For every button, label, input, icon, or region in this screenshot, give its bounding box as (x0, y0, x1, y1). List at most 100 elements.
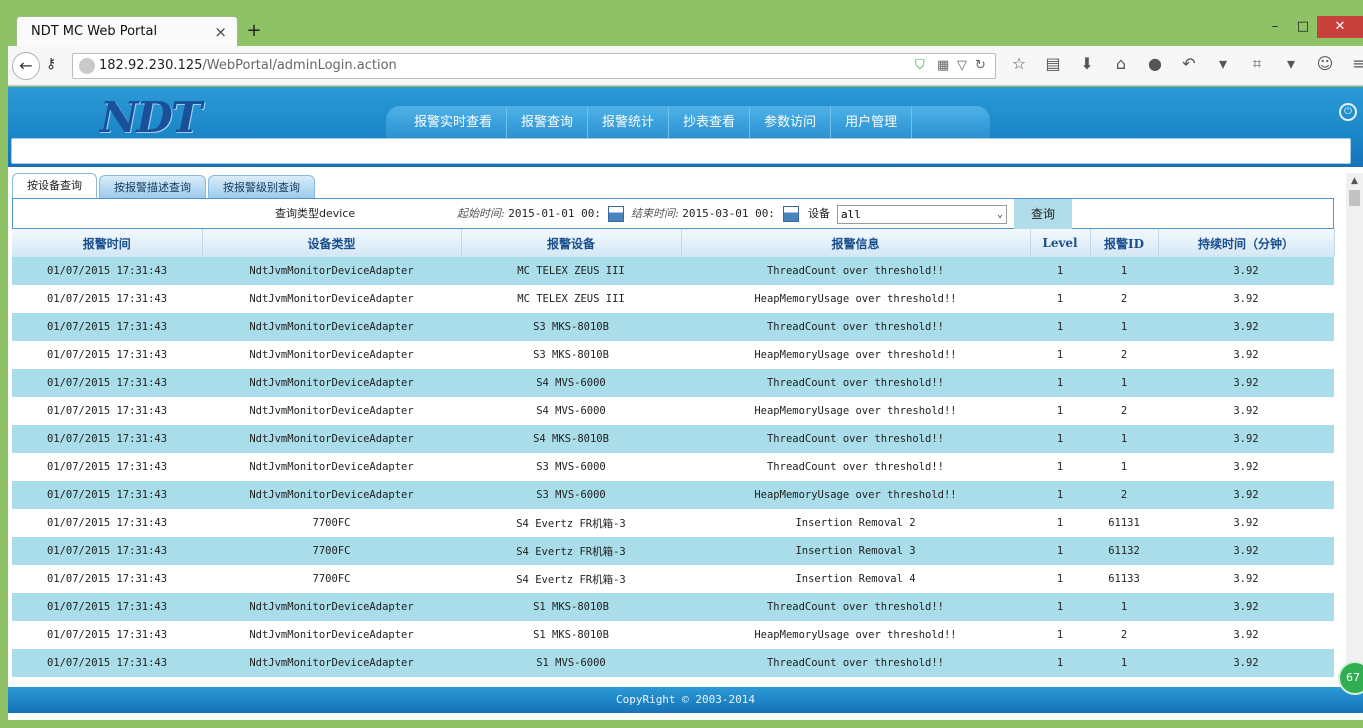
table-row[interactable]: 01/07/2015 17:31:43 7700FC S4 Evertz FR机箱-… (12, 537, 1334, 565)
url-host: 182.92.230.125 (99, 58, 203, 73)
url-text[interactable]: 182.92.230.125/WebPortal/adminLogin.acti… (99, 54, 397, 78)
cell-alarm-time: 01/07/2015 17:31:43 (12, 453, 202, 481)
new-tab-button[interactable]: + (244, 20, 264, 41)
cell-alarm-info: ThreadCount over threshold!! (681, 257, 1030, 285)
key-icon[interactable]: ⚷ (46, 56, 56, 72)
qr-code-icon[interactable]: ▦ (937, 58, 949, 73)
column-header-duration[interactable]: 持续时间（分钟） (1158, 229, 1335, 257)
cell-device-type: NdtJvmMonitorDeviceAdapter (202, 341, 461, 369)
page-footer: CopyRight © 2003-2014 (8, 687, 1363, 713)
table-row[interactable]: 01/07/2015 17:31:43 NdtJvmMonitorDeviceAd… (12, 285, 1334, 313)
vertical-scrollbar[interactable]: ▲ (1346, 173, 1363, 687)
nav-item-user-management[interactable]: 用户管理 (831, 106, 913, 138)
cell-duration: 3.92 (1158, 481, 1334, 509)
start-calendar-icon[interactable] (608, 206, 624, 222)
minimize-button[interactable]: – (1261, 16, 1289, 38)
cell-alarm-device: S4 MKS-8010B (461, 425, 681, 453)
cell-alarm-info: ThreadCount over threshold!! (681, 593, 1030, 621)
maximize-button[interactable]: □ (1289, 16, 1317, 38)
device-select[interactable]: all ⌄ (837, 205, 1007, 224)
column-header-alarm-device[interactable]: 报警设备 (461, 229, 682, 257)
cell-level: 1 (1030, 369, 1090, 397)
column-header-alarm-time[interactable]: 报警时间 (12, 229, 203, 257)
cell-alarm-info: ThreadCount over threshold!! (681, 649, 1030, 677)
table-row[interactable]: 01/07/2015 17:31:43 7700FC S4 Evertz FR机箱-… (12, 509, 1334, 537)
table-row[interactable]: 01/07/2015 17:31:43 NdtJvmMonitorDeviceAd… (12, 593, 1334, 621)
power-icon[interactable]: ⏻ (1339, 103, 1357, 121)
nav-item-realtime-alarms[interactable]: 报警实时查看 (400, 106, 508, 138)
query-button[interactable]: 查询 (1014, 199, 1072, 229)
cell-level: 1 (1030, 453, 1090, 481)
cell-alarm-info: HeapMemoryUsage over threshold!! (681, 621, 1030, 649)
table-row[interactable]: 01/07/2015 17:31:43 NdtJvmMonitorDeviceAd… (12, 397, 1334, 425)
nav-item-alarm-query[interactable]: 报警查询 (507, 106, 589, 138)
undo-icon[interactable]: ↶ (1172, 54, 1206, 74)
tab-by-description[interactable]: 按报警描述查询 (99, 175, 206, 199)
column-header-level[interactable]: Level (1030, 229, 1091, 257)
table-row[interactable]: 01/07/2015 17:31:43 NdtJvmMonitorDeviceAd… (12, 341, 1334, 369)
end-time-input[interactable]: 2015-03-01 00: (682, 207, 775, 220)
start-time-input[interactable]: 2015-01-01 00: (508, 207, 601, 220)
nav-item-alarm-stats[interactable]: 报警统计 (588, 106, 670, 138)
close-window-button[interactable]: ✕ (1317, 16, 1363, 38)
cell-level: 1 (1030, 341, 1090, 369)
table-row[interactable]: 01/07/2015 17:31:43 NdtJvmMonitorDeviceAd… (12, 649, 1334, 677)
cell-alarm-id: 2 (1090, 341, 1158, 369)
cell-alarm-device: S3 MKS-8010B (461, 313, 681, 341)
cell-alarm-device: S1 MVS-6000 (461, 649, 681, 677)
bookmark-star-icon[interactable]: ☆ (1002, 54, 1036, 74)
table-row[interactable]: 01/07/2015 17:31:43 7700FC S4 Evertz FR机箱-… (12, 565, 1334, 593)
reload-icon[interactable]: ↻ (975, 58, 986, 73)
table-row[interactable]: 01/07/2015 17:31:43 NdtJvmMonitorDeviceAd… (12, 369, 1334, 397)
cell-alarm-device: S3 MVS-6000 (461, 453, 681, 481)
column-header-alarm-info[interactable]: 报警信息 (681, 229, 1031, 257)
address-bar[interactable]: 182.92.230.125/WebPortal/adminLogin.acti… (72, 53, 996, 79)
cell-device-type: 7700FC (202, 509, 461, 537)
emoji-icon[interactable]: ☺ (1308, 54, 1342, 74)
browser-navbar: ← ⚷ 182.92.230.125/WebPortal/adminLogin.… (8, 46, 1363, 86)
cell-alarm-info: ThreadCount over threshold!! (681, 453, 1030, 481)
close-tab-icon[interactable]: × (214, 17, 227, 47)
download-icon[interactable]: ⬇ (1070, 54, 1104, 74)
tab-by-device[interactable]: 按设备查询 (12, 173, 97, 199)
column-header-device-type[interactable]: 设备类型 (202, 229, 462, 257)
tab-by-level[interactable]: 按报警级别查询 (208, 175, 315, 199)
column-header-alarm-id[interactable]: 报警ID (1090, 229, 1159, 257)
crop-dropdown-icon[interactable]: ▾ (1274, 54, 1308, 74)
end-time-group: 结束时间: 2015-03-01 00: (631, 199, 775, 229)
cell-level: 1 (1030, 537, 1090, 565)
window-controls: – □ ✕ (1261, 16, 1363, 38)
table-row[interactable]: 01/07/2015 17:31:43 NdtJvmMonitorDeviceAd… (12, 425, 1334, 453)
cell-alarm-time: 01/07/2015 17:31:43 (12, 341, 202, 369)
cell-device-type: NdtJvmMonitorDeviceAdapter (202, 425, 461, 453)
menu-dropdown-icon[interactable]: ▾ (1206, 54, 1240, 74)
scroll-thumb[interactable] (1349, 190, 1360, 206)
back-button[interactable]: ← (12, 52, 40, 80)
table-row[interactable]: 01/07/2015 17:31:43 NdtJvmMonitorDeviceAd… (12, 481, 1334, 509)
table-row[interactable]: 01/07/2015 17:31:43 NdtJvmMonitorDeviceAd… (12, 257, 1334, 285)
reader-icon[interactable]: ▤ (1036, 54, 1070, 74)
table-row[interactable]: 01/07/2015 17:31:43 NdtJvmMonitorDeviceAd… (12, 621, 1334, 649)
main-nav: 报警实时查看 报警查询 报警统计 抄表查看 参数访问 用户管理 (386, 106, 990, 138)
home-icon[interactable]: ⌂ (1104, 54, 1138, 74)
shield-icon[interactable]: ⛉ (915, 58, 925, 73)
browser-tab[interactable]: NDT MC Web Portal × (16, 16, 238, 46)
cell-device-type: NdtJvmMonitorDeviceAdapter (202, 481, 461, 509)
crop-icon[interactable]: ⌗ (1240, 54, 1274, 74)
end-calendar-icon[interactable] (783, 206, 799, 222)
cell-alarm-id: 1 (1090, 453, 1158, 481)
scroll-up-icon[interactable]: ▲ (1346, 173, 1363, 189)
cell-duration: 3.92 (1158, 453, 1334, 481)
nav-item-meter-view[interactable]: 抄表查看 (669, 106, 751, 138)
dropdown-icon[interactable]: ▽ (957, 58, 967, 73)
cell-duration: 3.92 (1158, 565, 1334, 593)
table-row[interactable]: 01/07/2015 17:31:43 NdtJvmMonitorDeviceAd… (12, 453, 1334, 481)
chat-icon[interactable]: ● (1138, 54, 1172, 74)
globe-icon (79, 58, 95, 74)
hamburger-menu-icon[interactable]: ≡ (1342, 54, 1363, 74)
table-row[interactable]: 01/07/2015 17:31:43 NdtJvmMonitorDeviceAd… (12, 313, 1334, 341)
cell-alarm-id: 61133 (1090, 565, 1158, 593)
nav-item-param-access[interactable]: 参数访问 (750, 106, 832, 138)
cell-alarm-info: Insertion Removal 4 (681, 565, 1030, 593)
alarm-table: 报警时间 设备类型 报警设备 报警信息 Level 报警ID 持续时间（分钟） … (12, 229, 1335, 677)
